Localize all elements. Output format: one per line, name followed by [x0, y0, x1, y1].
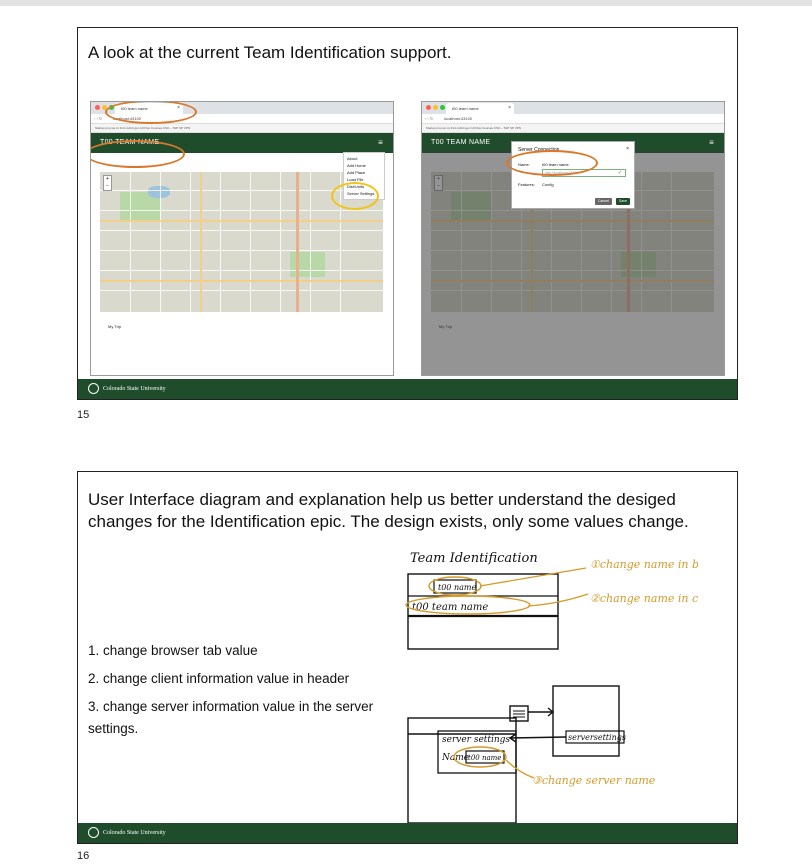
trip-label: My Trip	[108, 324, 122, 329]
csu-ram-icon	[88, 383, 99, 394]
nav-arrows-icon: ‹ › ↻	[94, 116, 103, 121]
sketch-note-2: ②change name in client app header	[590, 592, 698, 605]
menu-item-about: About	[347, 156, 358, 161]
close-icon: ×	[626, 146, 629, 152]
map-zoom-control: +−	[103, 175, 112, 191]
browser-tab-strip: t00 team name ×	[422, 102, 724, 114]
browser-screenshot-dialog: t00 team name × ‹ › ↻ localhost:43100 Sta…	[421, 101, 725, 376]
slide-title: User Interface diagram and explanation h…	[88, 490, 689, 531]
nav-arrows-icon: ‹ › ↻	[425, 116, 434, 121]
tab-highlight-ring	[105, 102, 197, 124]
slide-title: A look at the current Team Identificatio…	[88, 43, 452, 62]
window-controls	[426, 105, 445, 110]
bookmarks-bar: Startup proj sw cs 314 cs414 gen UCOps C…	[422, 124, 724, 133]
url-text: localhost:43100	[444, 116, 473, 121]
browser-tab: t00 team name ×	[446, 103, 514, 114]
browser-screenshot-menu: t00 team name × ‹ › ↻ localhost:43100 Sta…	[90, 101, 394, 376]
close-dot-icon	[426, 105, 431, 110]
cancel-button: Cancel	[595, 198, 612, 205]
csu-logo: Colorado State University	[88, 827, 166, 838]
list-item: 1. change browser tab value	[88, 643, 258, 658]
save-button: Save	[616, 198, 630, 205]
slide-footer: Colorado State University	[78, 823, 737, 843]
sketch-note-3: ③change server name	[532, 774, 656, 787]
menu-item-add-place: Add Place	[347, 170, 366, 175]
header-highlight-ring	[91, 140, 185, 168]
csu-logo: Colorado State University	[88, 383, 166, 394]
maximize-dot-icon	[440, 105, 445, 110]
list-item: 3. change server information value in th…	[88, 699, 374, 736]
sketch-serversettings-text: serversettings	[568, 733, 626, 742]
sketch-popup	[552, 685, 620, 757]
menu-item-add-home: Add Home	[347, 163, 366, 168]
slide-16: User Interface diagram and explanation h…	[77, 471, 738, 844]
server-name-highlight-ring	[506, 150, 598, 176]
features-value: Config	[542, 182, 554, 187]
sketch-server-settings-text: server settings	[442, 735, 510, 745]
sketch-name-box-text: t00 name	[468, 754, 501, 762]
ui-sketch-diagram: Team Identification t00 name t00 team na…	[405, 551, 698, 824]
sketch-heading: Team Identification	[410, 551, 538, 566]
steps-list: 1. change browser tab value 2. change cl…	[88, 640, 388, 746]
sketch-note-1: ①change name in broder tab	[590, 558, 698, 571]
page-number: 16	[77, 850, 90, 862]
features-label: Features:	[518, 182, 535, 187]
slide-15: A look at the current Team Identificatio…	[77, 27, 738, 400]
hamburger-menu-icon: ≡	[709, 138, 714, 147]
list-item: 2. change client information value in he…	[88, 671, 350, 686]
page-number: 15	[77, 409, 90, 421]
browser-tab-label: t00 team name	[452, 106, 479, 111]
sketch-tab-text: t00 name	[438, 583, 476, 592]
top-divider	[0, 0, 812, 6]
csu-logo-text: Colorado State University	[103, 829, 166, 836]
hamburger-menu-icon: ≡	[378, 138, 383, 147]
bookmarks-bar: Startup proj sw cs 314 cs414 gen UCOps C…	[91, 124, 393, 133]
close-icon: ×	[508, 105, 511, 111]
close-dot-icon	[95, 105, 100, 110]
csu-ram-icon	[88, 827, 99, 838]
address-bar: ‹ › ↻ localhost:43100	[422, 114, 724, 124]
app-header-title: T00 TEAM NAME	[431, 139, 491, 146]
check-icon: ✓	[617, 170, 622, 176]
csu-logo-text: Colorado State University	[103, 385, 166, 392]
minimize-dot-icon	[433, 105, 438, 110]
server-settings-highlight-ring	[331, 182, 379, 210]
slide-footer: Colorado State University	[78, 379, 737, 399]
